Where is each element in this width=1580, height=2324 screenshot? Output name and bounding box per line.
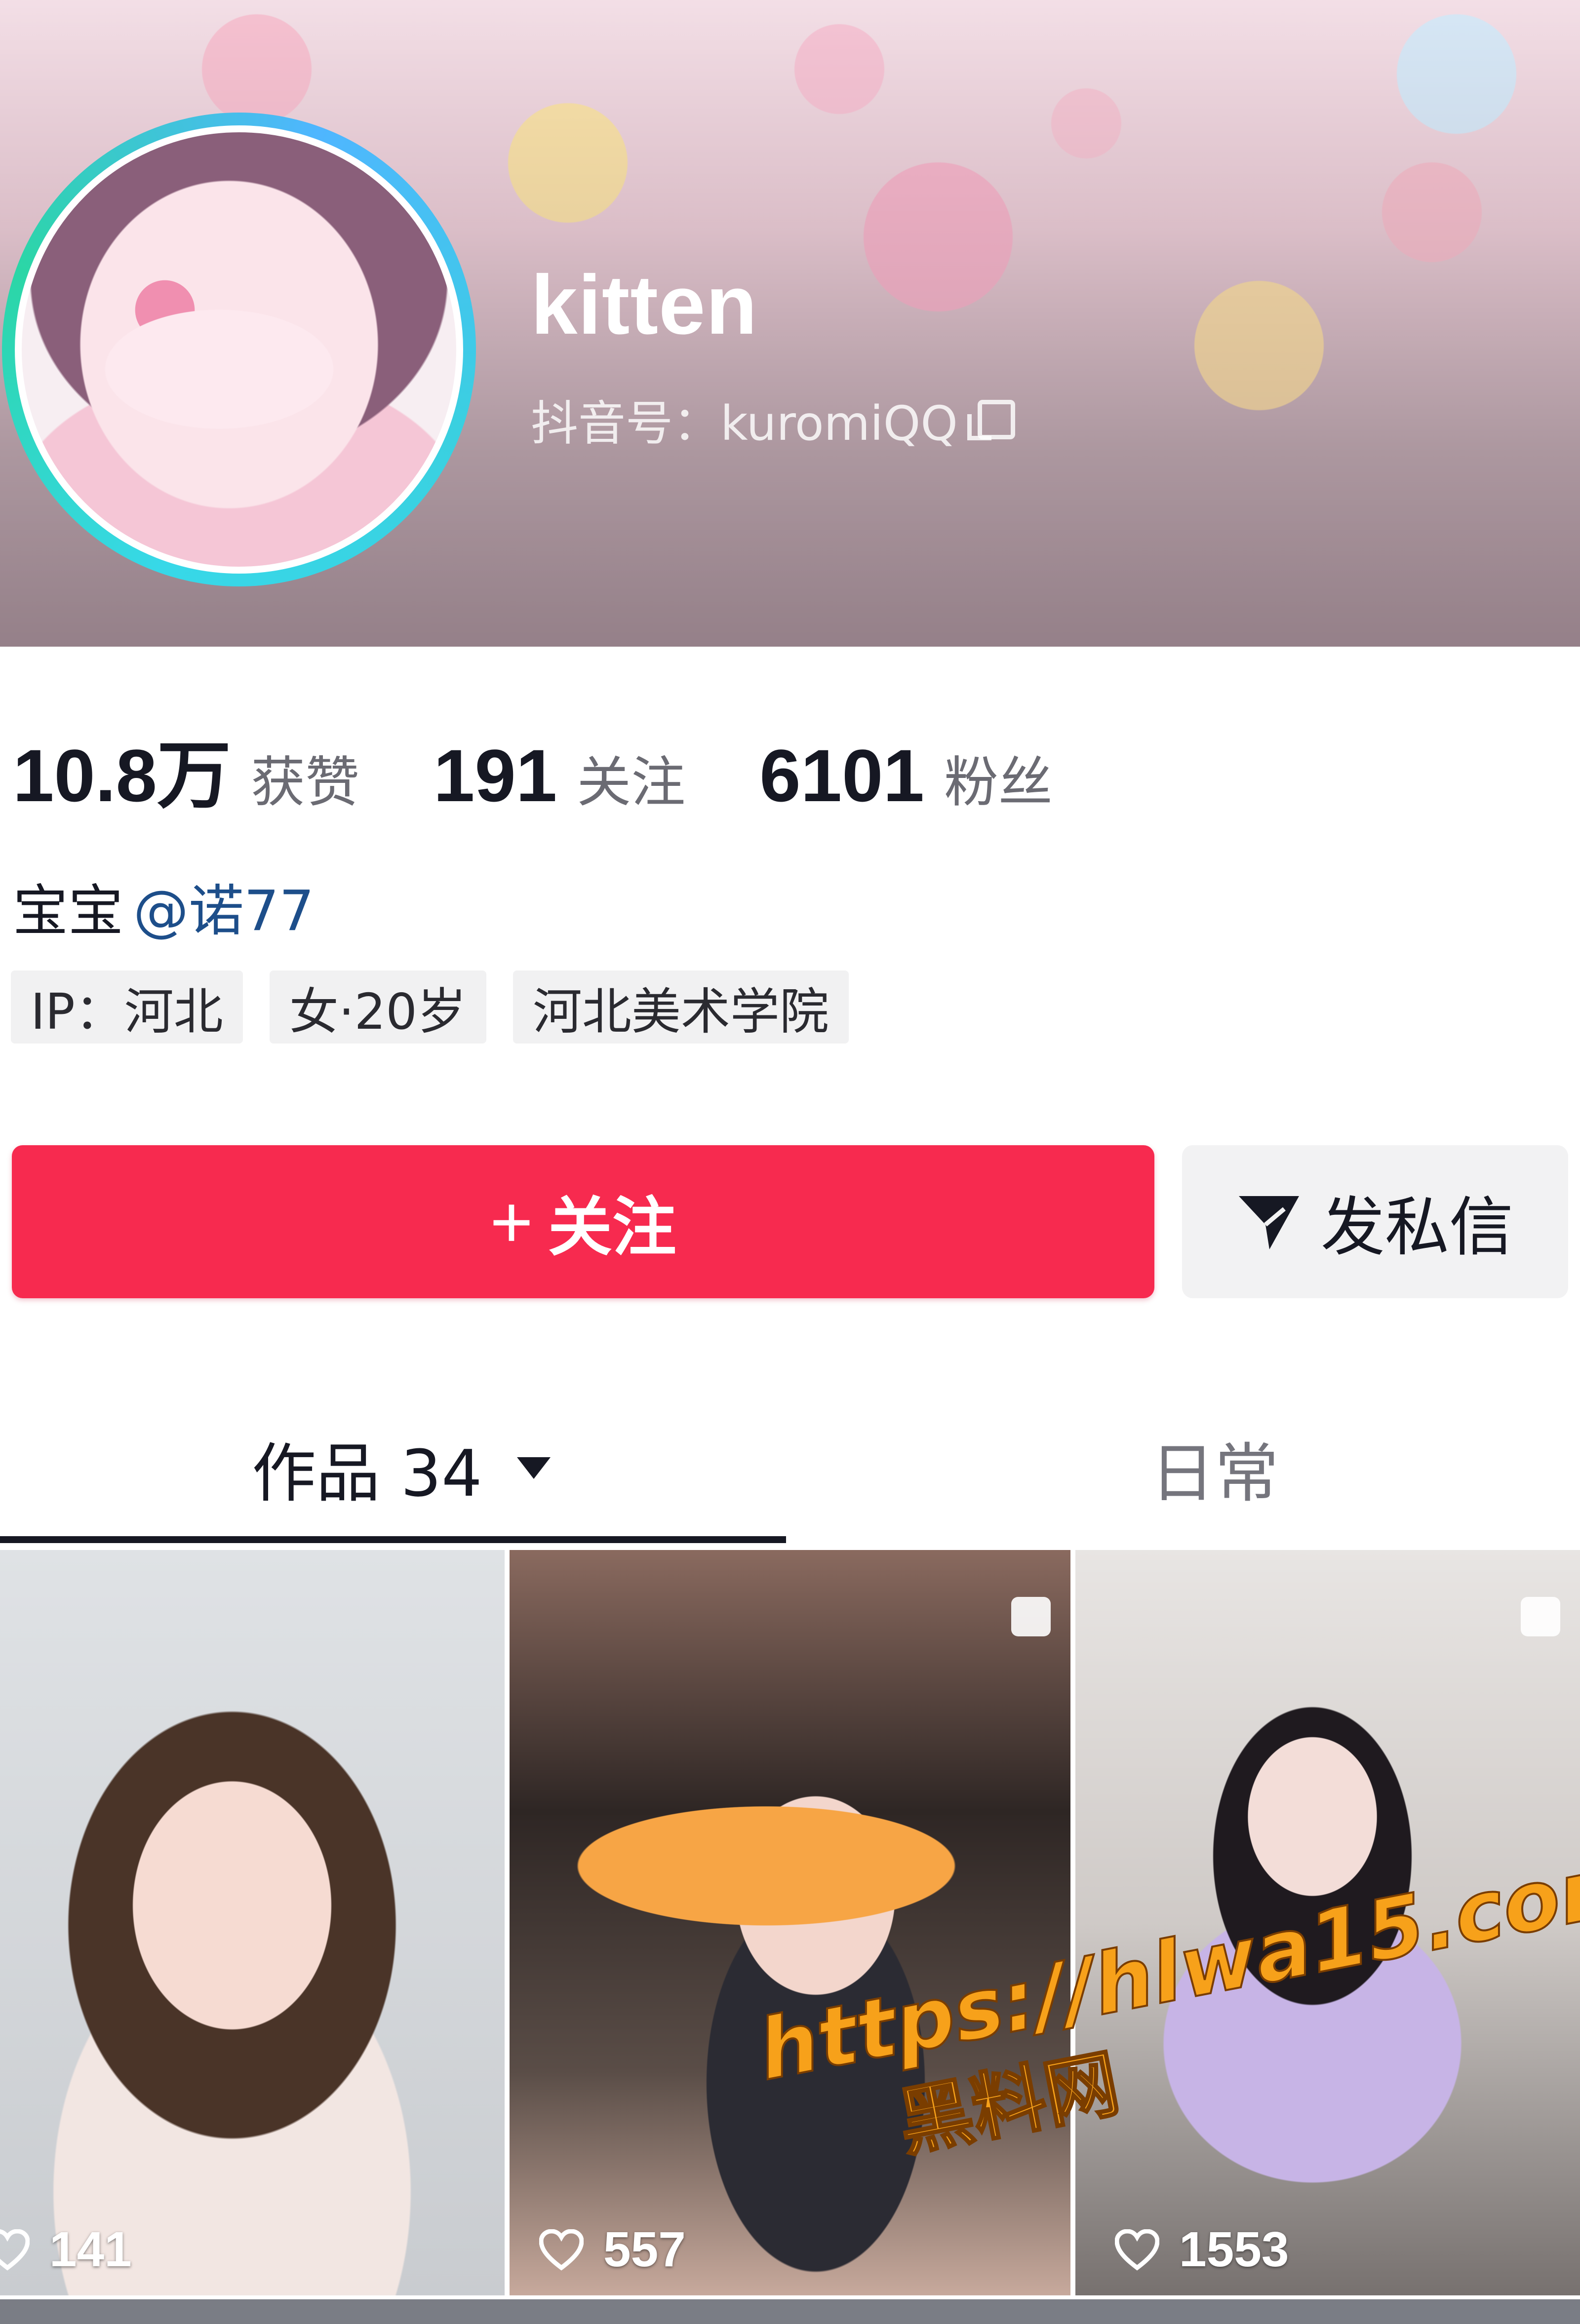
next-video-row	[0, 2299, 1580, 2324]
multi-image-icon	[1521, 1597, 1560, 1636]
account-id-row: 抖音号：kuromiQQ	[531, 385, 1015, 454]
plus-icon: +	[490, 1180, 533, 1263]
profile-tags: IP：河北 女·20岁 河北美术学院	[11, 970, 875, 1044]
follow-button[interactable]: + 关注	[12, 1145, 1154, 1298]
tab-works[interactable]: 作品 34	[252, 1422, 551, 1514]
heart-icon	[539, 2229, 584, 2271]
stat-likes[interactable]: 10.8万 获赞	[13, 716, 359, 823]
stat-followers[interactable]: 6101 粉丝	[759, 733, 1053, 818]
content-tabs: 作品 34 日常	[0, 1397, 1580, 1545]
video-thumbnail[interactable]: 141	[0, 1550, 505, 2295]
tab-daily[interactable]: 日常	[1150, 1422, 1279, 1514]
stat-label: 粉丝	[944, 751, 1053, 814]
tab-works-label: 作品 34	[252, 1436, 482, 1511]
follow-button-label: 关注	[548, 1191, 676, 1263]
active-tab-indicator	[0, 1536, 786, 1543]
avatar[interactable]	[15, 125, 463, 574]
bio-text: 宝宝	[13, 879, 123, 943]
profile-stats: 10.8万 获赞 191 关注 6101 粉丝	[13, 716, 1127, 823]
profile-bio: 宝宝 @诺77	[13, 866, 315, 946]
stat-value: 10.8万	[13, 734, 231, 817]
stat-label: 获赞	[250, 751, 359, 814]
video-likes-count: 141	[49, 2222, 132, 2277]
video-thumbnail[interactable]: 1553	[1075, 1550, 1580, 2295]
video-likes: 141	[0, 2221, 132, 2278]
stat-label: 关注	[577, 751, 686, 814]
stat-value: 191	[433, 734, 557, 817]
tag-gender-age: 女·20岁	[269, 970, 486, 1044]
stat-value: 6101	[759, 734, 924, 817]
stat-following[interactable]: 191 关注	[434, 733, 685, 818]
video-likes-count: 557	[603, 2222, 686, 2277]
caret-down-icon[interactable]	[516, 1457, 551, 1479]
tag-ip-location: IP：河北	[11, 970, 243, 1044]
tag-school[interactable]: 河北美术学院	[513, 970, 849, 1044]
send-message-label: 发私信	[1320, 1190, 1513, 1265]
video-thumbnail[interactable]: 557	[510, 1550, 1070, 2295]
copy-icon[interactable]	[967, 399, 1015, 440]
video-likes: 1553	[1115, 2221, 1289, 2278]
profile-nickname: kitten	[531, 258, 758, 352]
video-likes: 557	[539, 2221, 686, 2278]
account-id: 抖音号：kuromiQQ	[531, 396, 958, 451]
video-grid: 141 557 1553	[0, 1550, 1580, 2324]
heart-icon	[1115, 2229, 1159, 2271]
bio-mention-link[interactable]: @诺77	[133, 879, 315, 943]
send-message-button[interactable]: 发私信	[1182, 1145, 1568, 1298]
multi-image-icon	[1011, 1597, 1051, 1636]
heart-icon	[0, 2229, 30, 2271]
video-likes-count: 1553	[1179, 2222, 1289, 2277]
send-icon	[1238, 1196, 1299, 1249]
